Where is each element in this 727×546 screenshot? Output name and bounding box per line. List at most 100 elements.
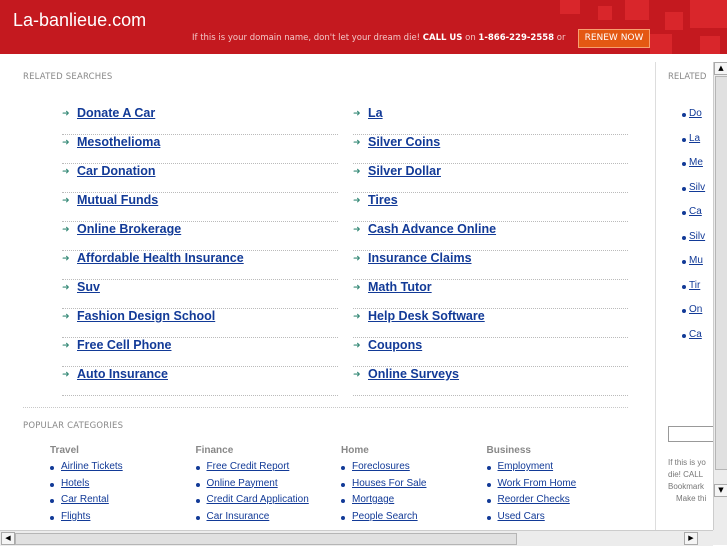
site-title: La-banlieue.com [13, 10, 147, 30]
category-link[interactable]: Car Rental [61, 494, 109, 505]
related-search-link[interactable]: Math Tutor [368, 280, 432, 294]
arrow-right-icon: ➜ [62, 312, 70, 322]
side-list-link[interactable]: Silv [689, 182, 705, 193]
bullet-icon [50, 515, 54, 520]
category-link[interactable]: Flights [61, 511, 90, 522]
renew-now-button[interactable]: RENEW NOW [578, 29, 650, 48]
bullet-icon [682, 333, 686, 338]
promo-or: or [556, 33, 566, 43]
side-list-link[interactable]: Tir [689, 280, 700, 291]
side-list-link[interactable]: Me [689, 157, 703, 168]
related-search-link[interactable]: Tires [368, 193, 398, 207]
bullet-icon [195, 482, 200, 487]
vertical-scroll-thumb[interactable] [715, 76, 727, 470]
decor-square [700, 36, 720, 54]
category-link[interactable]: Foreclosures [352, 461, 410, 472]
scroll-right-icon[interactable]: ▶ [684, 532, 698, 545]
related-search-link[interactable]: Online Surveys [368, 367, 459, 381]
category-link[interactable]: Work From Home [498, 478, 577, 489]
related-search-link[interactable]: Silver Dollar [368, 164, 441, 178]
category-link[interactable]: Mortgage [352, 494, 394, 505]
scroll-left-icon[interactable]: ◀ [1, 532, 15, 545]
related-search-link[interactable]: Affordable Health Insurance [77, 251, 244, 265]
related-search-item: ➜ Fashion Design School [62, 309, 338, 338]
category-link[interactable]: People Search [352, 511, 418, 522]
decor-square [625, 0, 649, 20]
related-search-link[interactable]: Online Brokerage [77, 222, 181, 236]
bullet-icon [682, 284, 686, 289]
category-link[interactable]: Hotels [61, 478, 89, 489]
arrow-right-icon: ➜ [62, 225, 70, 235]
promo-on: on [465, 33, 476, 43]
arrow-right-icon: ➜ [353, 254, 361, 264]
related-search-link[interactable]: Mesothelioma [77, 135, 160, 149]
category-link[interactable]: Airline Tickets [61, 461, 123, 472]
related-search-link[interactable]: Donate A Car [77, 106, 155, 120]
related-search-link[interactable]: La [368, 106, 383, 120]
related-search-item: ➜ Free Cell Phone [62, 338, 338, 367]
related-search-item: ➜ Affordable Health Insurance [62, 251, 338, 280]
arrow-right-icon: ➜ [62, 167, 70, 177]
related-search-item: ➜ Silver Coins [353, 135, 628, 164]
horizontal-scroll-thumb[interactable] [15, 533, 517, 545]
horizontal-scrollbar[interactable]: ◀ ▶ [0, 530, 713, 546]
side-list-link[interactable]: Mu [689, 255, 703, 266]
category-link[interactable]: Free Credit Report [207, 461, 290, 472]
bullet-icon [682, 235, 686, 240]
scroll-up-icon[interactable]: ▲ [714, 62, 727, 75]
related-search-item: ➜ Silver Dollar [353, 164, 628, 193]
category-link[interactable]: Reorder Checks [498, 494, 570, 505]
side-list-link[interactable]: Ca [689, 329, 702, 340]
category-link[interactable]: Credit Card Application [207, 494, 309, 505]
arrow-right-icon: ➜ [62, 341, 70, 351]
related-search-link[interactable]: Help Desk Software [368, 309, 485, 323]
bullet-icon [486, 466, 491, 470]
related-search-link[interactable]: Car Donation [77, 164, 155, 178]
bullet-icon [486, 482, 491, 487]
related-search-link[interactable]: Free Cell Phone [77, 338, 171, 352]
side-list-link[interactable]: Do [689, 108, 702, 119]
arrow-right-icon: ➜ [62, 109, 70, 119]
category-heading: Business [486, 445, 531, 456]
arrow-right-icon: ➜ [62, 283, 70, 293]
decor-square [650, 34, 672, 54]
related-search-item: ➜ Math Tutor [353, 280, 628, 309]
category-link[interactable]: Employment [498, 461, 554, 472]
side-list-item: Silv [682, 182, 705, 193]
bullet-icon [682, 186, 686, 191]
bullet-icon [195, 515, 200, 520]
category-link[interactable]: Used Cars [498, 511, 545, 522]
arrow-right-icon: ➜ [62, 138, 70, 148]
category-link[interactable]: Online Payment [207, 478, 278, 489]
related-search-link[interactable]: Auto Insurance [77, 367, 168, 381]
related-search-link[interactable]: Mutual Funds [77, 193, 158, 207]
related-search-item: ➜ Suv [62, 280, 338, 309]
related-search-link[interactable]: Silver Coins [368, 135, 440, 149]
bullet-icon [50, 482, 54, 487]
related-search-link[interactable]: Coupons [368, 338, 422, 352]
related-search-item: ➜ Help Desk Software [353, 309, 628, 338]
bullet-icon [195, 499, 200, 503]
arrow-right-icon: ➜ [62, 370, 70, 380]
related-search-link[interactable]: Insurance Claims [368, 251, 472, 265]
bullet-icon [341, 515, 345, 520]
related-search-item: ➜ Coupons [353, 338, 628, 367]
arrow-right-icon: ➜ [62, 254, 70, 264]
category-link[interactable]: Car Insurance [207, 511, 270, 522]
category-link[interactable]: Houses For Sale [352, 478, 426, 489]
scroll-down-icon[interactable]: ▼ [714, 484, 727, 497]
related-search-item: ➜ La [353, 106, 628, 135]
arrow-right-icon: ➜ [62, 196, 70, 206]
side-list-link[interactable]: Silv [689, 231, 705, 242]
side-list-link[interactable]: On [689, 304, 702, 315]
related-search-link[interactable]: Cash Advance Online [368, 222, 496, 236]
bullet-icon [50, 499, 54, 503]
vertical-scrollbar[interactable]: ▲ ▼ [713, 62, 727, 538]
category-heading: Travel [50, 445, 79, 456]
related-search-link[interactable]: Fashion Design School [77, 309, 215, 323]
side-list-link[interactable]: Ca [689, 206, 702, 217]
related-search-link[interactable]: Suv [77, 280, 100, 294]
promo-text: If this is your domain name, don't let y… [192, 33, 565, 43]
side-list-link[interactable]: La [689, 133, 700, 144]
side-list-item: Me [682, 157, 703, 168]
